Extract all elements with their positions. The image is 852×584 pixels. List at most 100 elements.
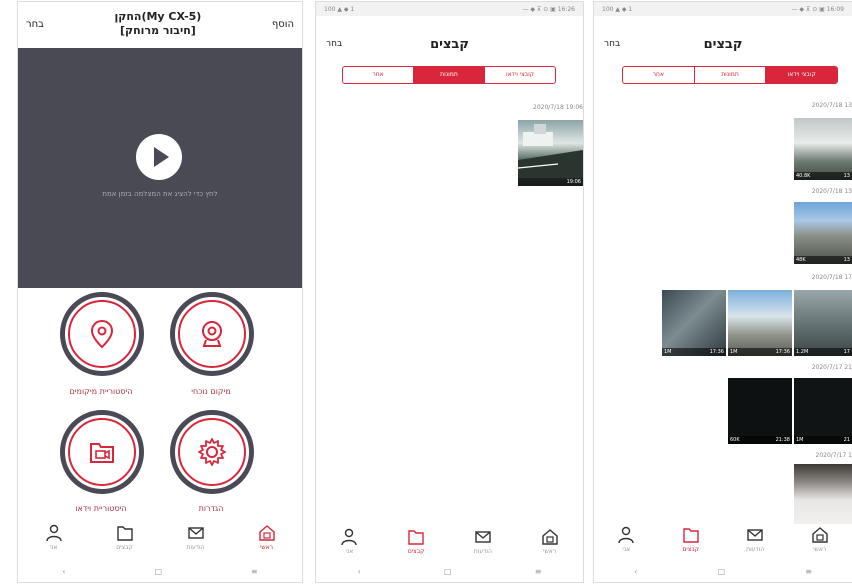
photo-preview [518,124,583,178]
date-group-label: 2020/7/18 13 [811,188,852,195]
nav-files[interactable]: קבצים [392,528,440,555]
page-title: החקן(My CX-5) [חיבור מרוחק] [114,10,201,38]
nav-label: ראשי [260,544,273,551]
home-system-button[interactable]: □ [444,567,452,576]
home-screen: בחר החקן(My CX-5) [חיבור מרוחק] הוסף לחץ… [18,2,302,582]
title-line-1: החקן(My CX-5) [114,10,202,23]
nav-messages[interactable]: הודעות [731,526,779,553]
thumb-size: 1M [730,349,738,355]
recents-button[interactable]: ≡ [251,567,258,576]
thumb-size: 48K [796,257,806,263]
nav-me[interactable]: אני [602,526,650,553]
tab-videos[interactable]: קובצי וידאו [765,67,837,83]
nav-label: קבצים [682,546,700,553]
system-nav: ‹ □ ≡ [18,567,302,576]
photo-thumbnail[interactable]: 19:06 [518,120,583,186]
file-type-tabs: אחר תמונות קובצי וידאו [342,66,556,84]
thumb-time: 17:36 [662,348,726,356]
video-history-button[interactable] [60,410,144,494]
live-video-area[interactable]: לחץ כדי להציג את המצלמה בזמן אמת [18,48,302,288]
nav-me[interactable]: אני [325,528,373,555]
nav-messages[interactable]: הודעות [459,528,507,555]
nav-home[interactable]: ראשי [243,524,291,551]
page-title: קבצים [430,36,469,52]
nav-label: אני [622,546,631,553]
home-icon [258,525,275,541]
back-button[interactable]: ‹ [62,567,65,576]
select-button[interactable]: בחר [26,19,44,30]
nav-me[interactable]: אני [30,524,78,551]
mail-icon [747,529,763,541]
tab-photos[interactable]: תמונות [693,67,766,83]
nav-label: אני [345,548,354,555]
thumb-size: 60K [730,437,740,443]
video-thumbnail[interactable]: 1M 17:36 [728,290,792,356]
recents-button[interactable]: ≡ [535,567,542,576]
mail-icon [187,527,204,539]
date-group-label: 2020/7/17 1 [815,452,852,459]
back-button[interactable]: ‹ [634,567,637,576]
select-button[interactable]: בחר [326,39,342,49]
nav-label: אני [49,544,58,551]
add-button[interactable]: הוסף [272,19,294,30]
nav-label: הודעות [473,548,492,555]
thumb-size: 1.2M [796,349,809,355]
title-line-2: [חיבור מרוחק] [119,24,196,37]
nav-label: הודעות [746,546,765,553]
tab-other[interactable]: אחר [623,67,694,83]
system-nav: ‹ □ ≡ [316,567,583,576]
tab-videos[interactable]: קובצי וידאו [484,67,555,83]
page-title: קבצים [703,36,743,52]
current-location-label: מיקום נוכחי [191,387,231,396]
map-pin-icon [90,319,114,349]
date-group-label: 2020/7/18 17 [811,274,852,281]
video-thumbnail[interactable] [794,464,852,524]
location-history-button[interactable] [60,292,144,376]
files-videos-screen: 100 ▲ ◆ 1 — ◆ ⊼ ⊙ ▣ 16:09 בחר קבצים אחר … [594,2,852,582]
nav-label: ראשי [543,548,557,555]
video-thumbnail[interactable]: 1M 21 [794,378,852,444]
date-group-label: 2020/7/18 13 [811,102,852,109]
home-icon [812,527,828,543]
video-thumbnail[interactable]: 60K 21:38 [728,378,792,444]
files-photos-screen: 100 ▲ ◆ 1 — ◆ ⊼ ⊙ ▣ 16:26 בחר קבצים אחר … [316,2,583,582]
nav-files[interactable]: קבצים [667,526,715,553]
video-thumbnail[interactable]: 1M 17:36 [662,290,726,356]
nav-files[interactable]: קבצים [101,524,149,551]
select-button[interactable]: בחר [604,39,620,49]
person-icon [45,524,62,542]
settings-button[interactable] [170,410,254,494]
folder-icon [683,528,699,543]
home-system-button[interactable]: □ [154,567,162,576]
nav-home[interactable]: ראשי [796,526,844,553]
video-hint: לחץ כדי להציג את המצלמה בזמן אמת [102,190,218,198]
play-icon[interactable] [136,134,182,180]
nav-messages[interactable]: הודעות [172,524,220,551]
home-system-button[interactable]: □ [717,567,725,576]
recents-button[interactable]: ≡ [805,567,812,576]
folder-icon [408,530,424,545]
tab-other[interactable]: אחר [343,67,413,83]
date-group-label: 2020/7/18 19:06 [533,104,583,111]
back-button[interactable]: ‹ [358,567,361,576]
person-icon [341,528,358,546]
video-thumbnail[interactable]: 1.2M 17 [794,290,852,356]
settings-label: הגדרות [198,504,224,513]
home-icon [541,529,558,545]
person-icon [618,526,634,544]
thumb-size: 1M [796,437,804,443]
nav-label: קבצים [407,548,425,555]
system-nav: ‹ □ ≡ [594,567,852,576]
video-thumbnail[interactable]: 40.8K 13 [794,118,852,180]
video-thumbnail[interactable]: 48K 13 [794,202,852,264]
nav-home[interactable]: ראשי [526,528,574,555]
date-group-label: 2020/7/17 21 [811,364,852,371]
location-history-label: היסטוריית מיקומים [69,387,133,396]
files-header: בחר קבצים [316,32,583,56]
nav-label: ראשי [813,546,827,553]
thumb-size: 1M [664,349,672,355]
nav-label: הודעות [186,544,205,551]
tab-photos[interactable]: תמונות [413,67,484,83]
dashcam-icon [202,321,222,347]
current-location-button[interactable] [170,292,254,376]
